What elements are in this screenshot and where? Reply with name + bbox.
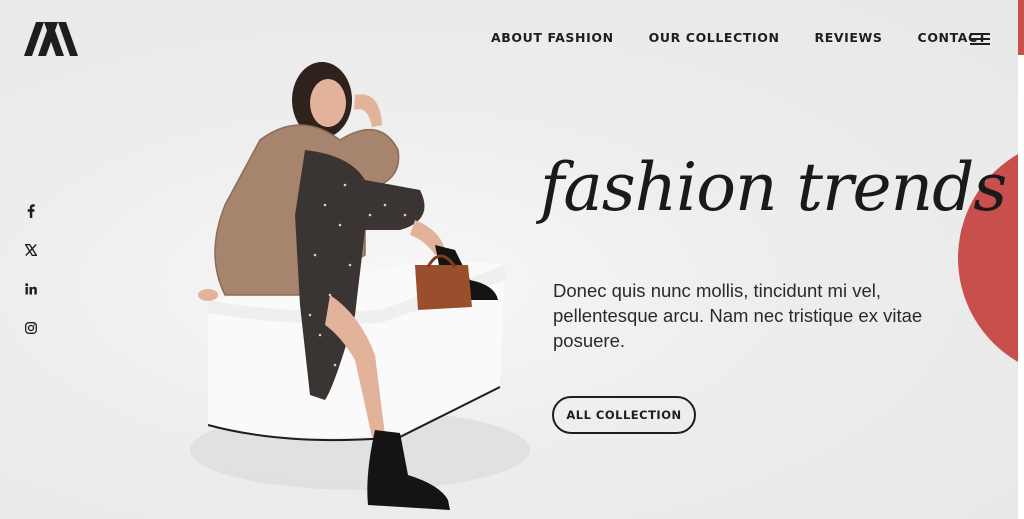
model-seated-on-white-block — [190, 62, 530, 510]
nav-link-reviews[interactable]: REVIEWS — [815, 30, 883, 45]
nav-link-our-collection[interactable]: OUR COLLECTION — [649, 30, 780, 45]
all-collection-button[interactable]: ALL COLLECTION — [552, 396, 696, 434]
instagram-icon[interactable] — [22, 319, 40, 337]
m-monogram-logo[interactable] — [24, 22, 78, 56]
main-nav: ABOUT FASHION OUR COLLECTION REVIEWS CON… — [491, 30, 987, 45]
landing-page: ABOUT FASHION OUR COLLECTION REVIEWS CON… — [0, 0, 1024, 519]
x-twitter-icon[interactable] — [22, 241, 40, 259]
linkedin-icon[interactable] — [22, 280, 40, 298]
hero-description: Donec quis nunc mollis, tincidunt mi vel… — [553, 280, 923, 351]
hamburger-menu-icon[interactable] — [970, 33, 990, 45]
hero-title: fashion trends — [540, 149, 1007, 226]
right-edge-strip — [1018, 0, 1024, 519]
facebook-icon[interactable] — [22, 202, 40, 220]
right-edge-accent — [1018, 0, 1024, 55]
nav-link-about-fashion[interactable]: ABOUT FASHION — [491, 30, 614, 45]
